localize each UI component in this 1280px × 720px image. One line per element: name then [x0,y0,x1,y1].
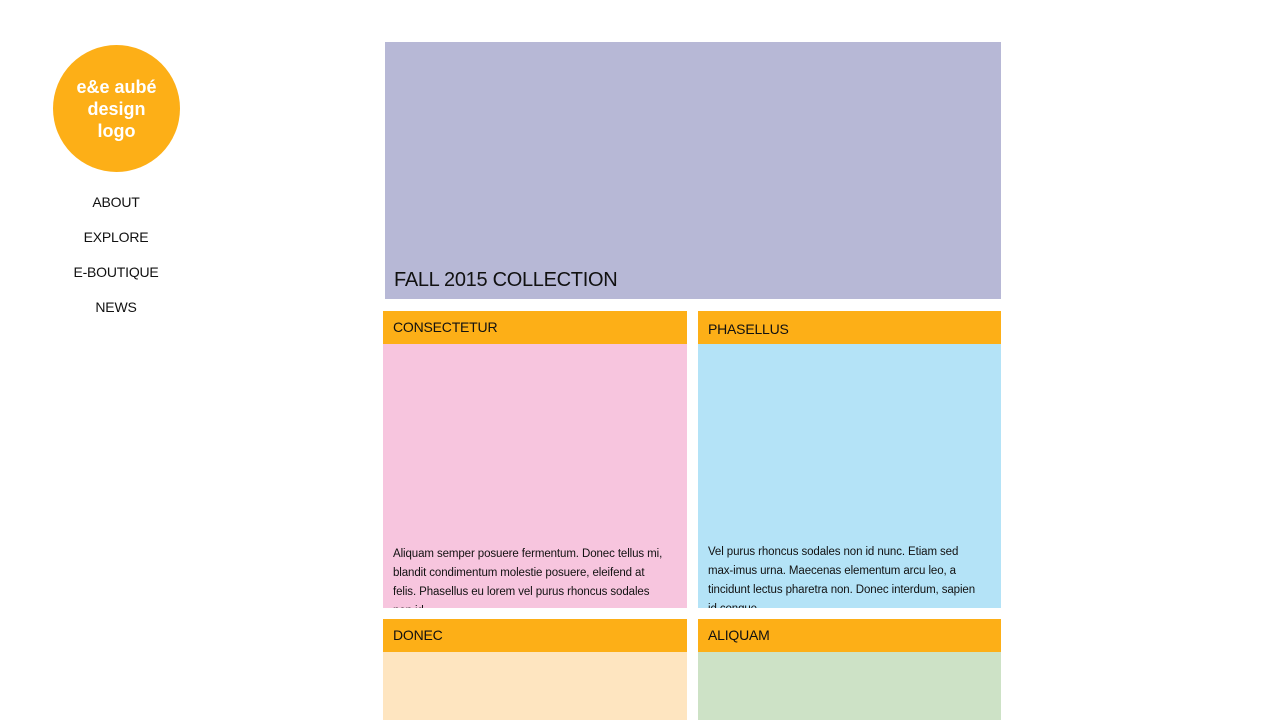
nav-item-about[interactable]: ABOUT [36,185,196,220]
card-image: Vel purus rhoncus sodales non id nunc. E… [698,344,1001,608]
nav-item-news[interactable]: NEWS [36,290,196,325]
card-donec[interactable]: DONEC [383,619,687,720]
nav-item-explore[interactable]: EXPLORE [36,220,196,255]
card-excerpt: Aliquam semper posuere fermentum. Donec … [393,548,663,608]
card-title: ALIQUAM [698,619,1001,652]
card-consectetur[interactable]: CONSECTETUR Aliquam semper posuere ferme… [383,311,687,608]
card-image: Aliquam semper posuere fermentum. Donec … [383,344,687,608]
hero-title: FALL 2015 COLLECTION [394,269,618,291]
card-excerpt: Vel purus rhoncus sodales non id nunc. E… [708,546,976,608]
hero-banner[interactable]: FALL 2015 COLLECTION [385,42,1001,299]
card-image [383,652,687,720]
card-title: PHASELLUS [698,311,1001,344]
nav-item-e-boutique[interactable]: E-BOUTIQUE [36,255,196,290]
card-image [698,652,1001,720]
main-nav: ABOUT EXPLORE E-BOUTIQUE NEWS [36,185,196,325]
brand-logo[interactable]: e&e aubé design logo [53,45,180,172]
card-phasellus[interactable]: PHASELLUS Vel purus rhoncus sodales non … [698,311,1001,608]
card-title: CONSECTETUR [383,311,687,344]
page: e&e aubé design logo ABOUT EXPLORE E-BOU… [0,0,1280,720]
logo-text: e&e aubé design logo [76,76,157,141]
card-title: DONEC [383,619,687,652]
card-aliquam[interactable]: ALIQUAM [698,619,1001,720]
